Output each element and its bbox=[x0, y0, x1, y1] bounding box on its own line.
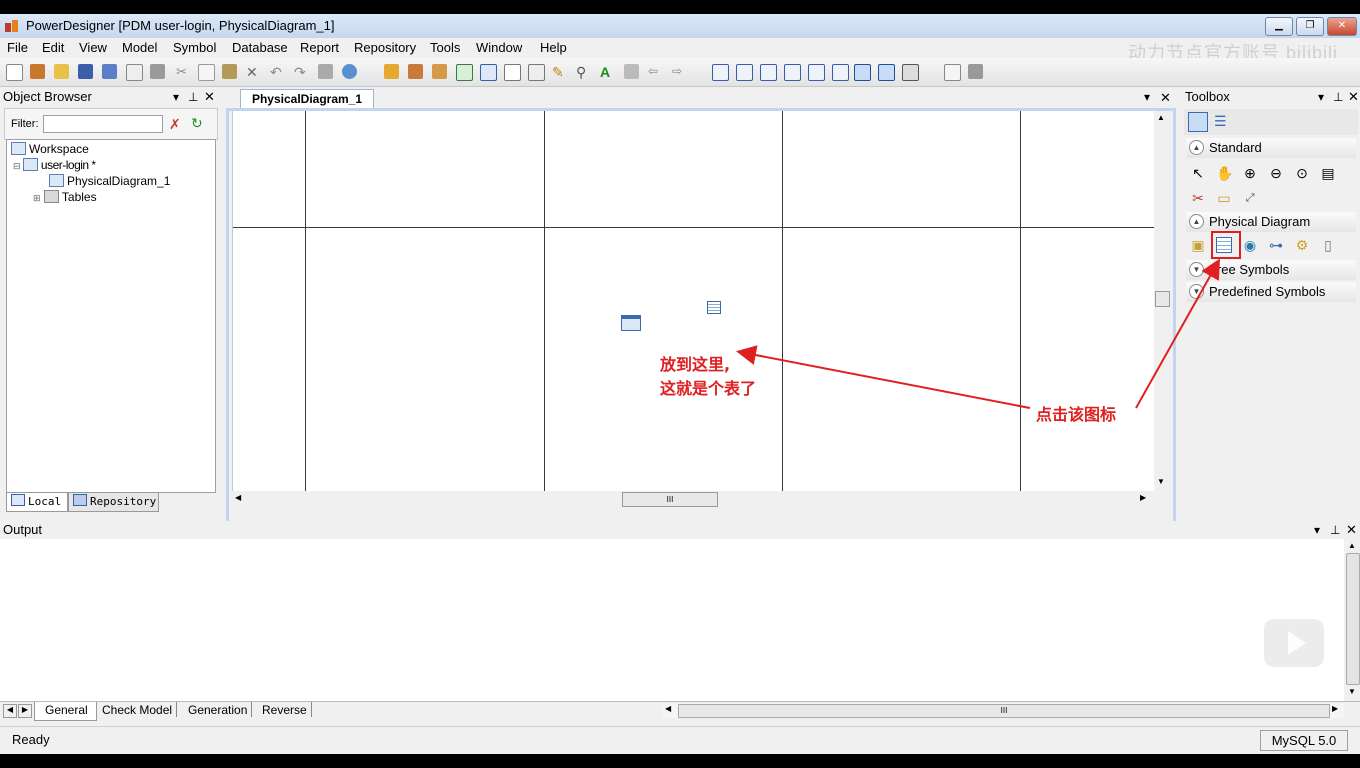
annotation-click-icon: 点击该图标 bbox=[1036, 405, 1117, 424]
annotation-drop-here: 放到这里, bbox=[660, 355, 731, 374]
annotation-is-table: 这就是个表了 bbox=[660, 379, 757, 398]
